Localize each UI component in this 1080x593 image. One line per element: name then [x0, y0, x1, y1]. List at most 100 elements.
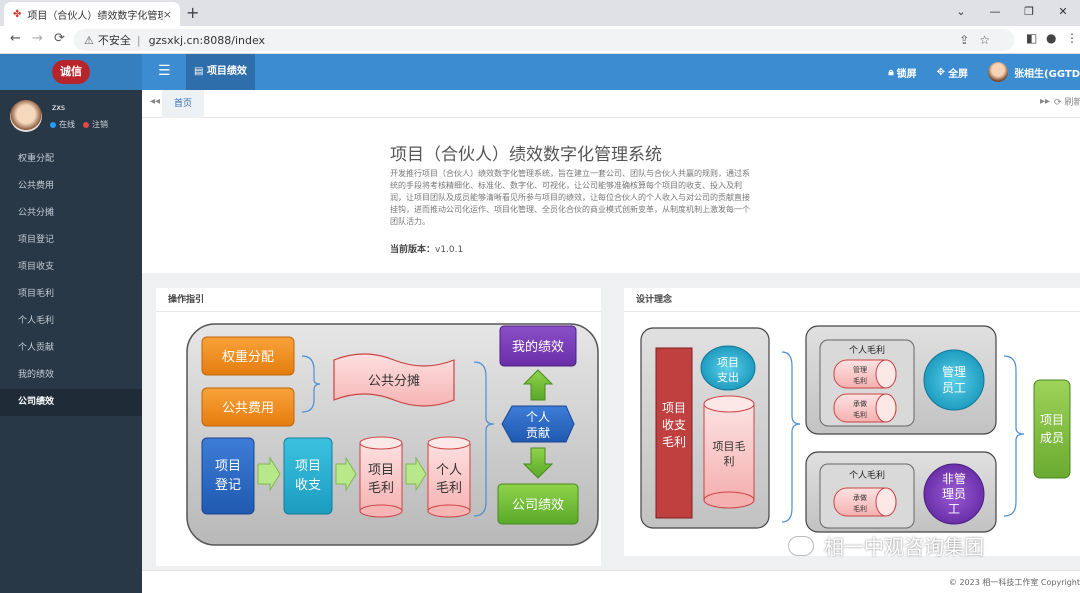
tab-label: 项目绩效 [206, 66, 247, 77]
maximize-button[interactable]: ❐ [1012, 0, 1046, 26]
sidebar-item-weight[interactable]: 权重分配 [0, 146, 142, 173]
app-header: 诚信 ☰ ▤ 项目绩效 🔒︎ 锁屏 ✥ 全屏 张相生(GGTD [0, 54, 1080, 90]
fullscreen-button[interactable]: ✥ 全屏 [937, 65, 968, 80]
non-manager-text-2: 理员 [942, 487, 966, 501]
project-register-text-2: 登记 [215, 478, 241, 493]
tab-search-icon[interactable]: ⌄ [944, 0, 978, 26]
guide-panel-title: 操作指引 [156, 288, 601, 312]
mgmt-gross-text-2: 毛利 [853, 376, 867, 385]
user-name: 张相生(GGTD [1014, 68, 1080, 80]
project-expense-text-2: 支出 [717, 370, 739, 384]
browser-menu-icon[interactable]: ⋮ [1066, 31, 1078, 45]
watermark-text: 相一中观咨询集团 [824, 535, 984, 559]
sidebar-item-personal-contribution[interactable]: 个人贡献 [0, 335, 142, 362]
expand-icon: ✥ [936, 66, 946, 78]
proj-gross-b-text-1: 承做 [853, 493, 867, 502]
design-concept-diagram: 项目 收支 毛利 项目 支出 项目毛 利 个人毛利 管理 毛利 承做 毛利 管理… [640, 325, 1071, 533]
user-avatar [10, 100, 42, 132]
sidebar-menu: 权重分配 公共费用 公共分摊 项目登记 项目收支 项目毛利 个人毛利 个人贡献 … [0, 146, 142, 416]
user-panel: zxs 在线 注销 [0, 90, 142, 140]
reload-icon[interactable]: ⟳ [54, 31, 65, 46]
weight-text: 权重分配 [222, 349, 274, 365]
sidebar-item-my-performance[interactable]: 我的绩效 [0, 362, 142, 389]
address-bar: ← → ⟳ ⚠ 不安全 | gzsxkj.cn:8088/index ⇪☆ ◧ … [0, 26, 1080, 54]
design-panel-title: 设计理念 [624, 288, 1080, 312]
personal-gross-text-1: 个人 [436, 463, 462, 478]
favicon-icon: ✤ [13, 8, 22, 20]
project-gross-b-text-2: 利 [724, 455, 735, 468]
project-member-text-2: 成员 [1040, 431, 1064, 445]
project-member-text-1: 项目 [1040, 413, 1064, 427]
project-gross-text-2: 毛利 [368, 481, 394, 496]
url-text: gzsxkj.cn:8088/index [148, 33, 266, 47]
manager-staff-circle[interactable] [923, 349, 985, 411]
public-fee-text: 公共费用 [222, 401, 274, 416]
minimize-button[interactable]: — [978, 0, 1012, 26]
non-manager-text-1: 非管 [942, 471, 966, 486]
manager-staff-text-1: 管理 [942, 364, 966, 379]
refresh-button[interactable]: ⟳ 刷新 [1054, 95, 1080, 108]
browser-tab[interactable]: ✤ 项目（合伙人）绩效数字化管理系 × [4, 2, 180, 26]
refresh-label: 刷新 [1064, 98, 1080, 108]
security-label: 不安全 [97, 34, 131, 47]
user-menu[interactable]: 张相生(GGTD [988, 62, 1080, 82]
guide-flow-diagram: 权重分配 公共费用 公共分摊 项目 登记 项目 收支 项目 毛利 个人 毛利 个… [186, 323, 599, 546]
project-member-box[interactable] [1033, 379, 1071, 479]
income-gross-text-2: 收支 [662, 418, 686, 432]
project-income-text-1: 项目 [295, 459, 321, 474]
url-separator: | [136, 33, 141, 47]
url-field[interactable]: ⚠ 不安全 | gzsxkj.cn:8088/index ⇪☆ [74, 29, 1014, 51]
user-status: 在线 注销 [50, 119, 108, 130]
tab-project-performance[interactable]: ▤ 项目绩效 [186, 54, 255, 90]
avatar [988, 62, 1009, 82]
sidebar: zxs 在线 注销 权重分配 公共费用 公共分摊 项目登记 项目收支 项目毛利 … [0, 90, 142, 593]
close-window-button[interactable]: ✕ [1046, 0, 1080, 26]
header-actions: 🔒︎ 锁屏 ✥ 全屏 张相生(GGTD [888, 54, 1080, 90]
sidebar-item-public-share[interactable]: 公共分摊 [0, 200, 142, 227]
sidepanel-icon[interactable]: ◧ [1026, 31, 1037, 45]
footer: © 2023 相一科技工作室 Copyright [142, 570, 1080, 593]
warning-icon: ⚠ [84, 33, 94, 47]
sidebar-item-public-fee[interactable]: 公共费用 [0, 173, 142, 200]
logout-icon [83, 121, 89, 128]
main-content: 项目（合伙人）绩效数字化管理系统 开发推行项目（合伙人）绩效数字化管理系统，旨在… [142, 118, 1080, 593]
version-value: v1.0.1 [435, 245, 464, 255]
scroll-right-icon[interactable]: ▸▸ [1040, 96, 1050, 107]
forward-arrow-icon[interactable]: → [32, 31, 43, 46]
share-star-icons[interactable]: ⇪☆ [959, 33, 1000, 47]
design-bracket-2 [1003, 355, 1025, 517]
sidebar-item-project-register[interactable]: 项目登记 [0, 227, 142, 254]
close-tab-icon[interactable]: × [163, 8, 172, 21]
back-arrow-icon[interactable]: ← [10, 31, 21, 46]
page-title: 项目（合伙人）绩效数字化管理系统 [390, 145, 662, 165]
project-register-box[interactable] [201, 437, 255, 515]
database-icon: ▤ [194, 66, 204, 77]
lock-icon: 🔒︎ [888, 66, 894, 78]
sidebar-item-personal-gross[interactable]: 个人毛利 [0, 308, 142, 335]
project-income-text-2: 收支 [295, 478, 321, 493]
income-gross-text-3: 毛利 [662, 435, 686, 449]
sidebar-item-project-gross[interactable]: 项目毛利 [0, 281, 142, 308]
project-income-box[interactable] [283, 437, 333, 515]
mgmt-gross-text-1: 管理 [853, 365, 867, 374]
proj-gross-b-text-2: 毛利 [853, 504, 867, 513]
profile-icon[interactable]: ● [1046, 31, 1056, 45]
logo: 诚信 [52, 60, 90, 84]
new-tab-button[interactable]: + [186, 3, 199, 22]
personal-contribution-text-2: 贡献 [526, 425, 550, 440]
lock-screen-button[interactable]: 🔒︎ 锁屏 [888, 65, 916, 80]
watermark: 相一中观咨询集团 [788, 531, 984, 560]
tab-home[interactable]: 首页 [162, 90, 205, 118]
lock-label: 锁屏 [896, 68, 917, 80]
online-label: 在线 [59, 120, 75, 129]
sidebar-item-project-income[interactable]: 项目收支 [0, 254, 142, 281]
menu-toggle-icon[interactable]: ☰ [158, 63, 171, 79]
version-label: 当前版本： [390, 245, 436, 255]
scroll-left-icon[interactable]: ◂◂ [150, 96, 160, 107]
guide-panel: 操作指引 权重分配 公共费用 公共分摊 项目 登记 项目 收支 项目 毛利 个人… [156, 288, 601, 566]
non-manager-text-3: 工 [948, 502, 960, 516]
logout-link[interactable]: 注销 [83, 119, 108, 130]
income-gross-bar[interactable] [655, 347, 693, 519]
sidebar-item-company-performance[interactable]: 公司绩效 [0, 389, 142, 416]
project-expense-text-1: 项目 [717, 356, 739, 369]
